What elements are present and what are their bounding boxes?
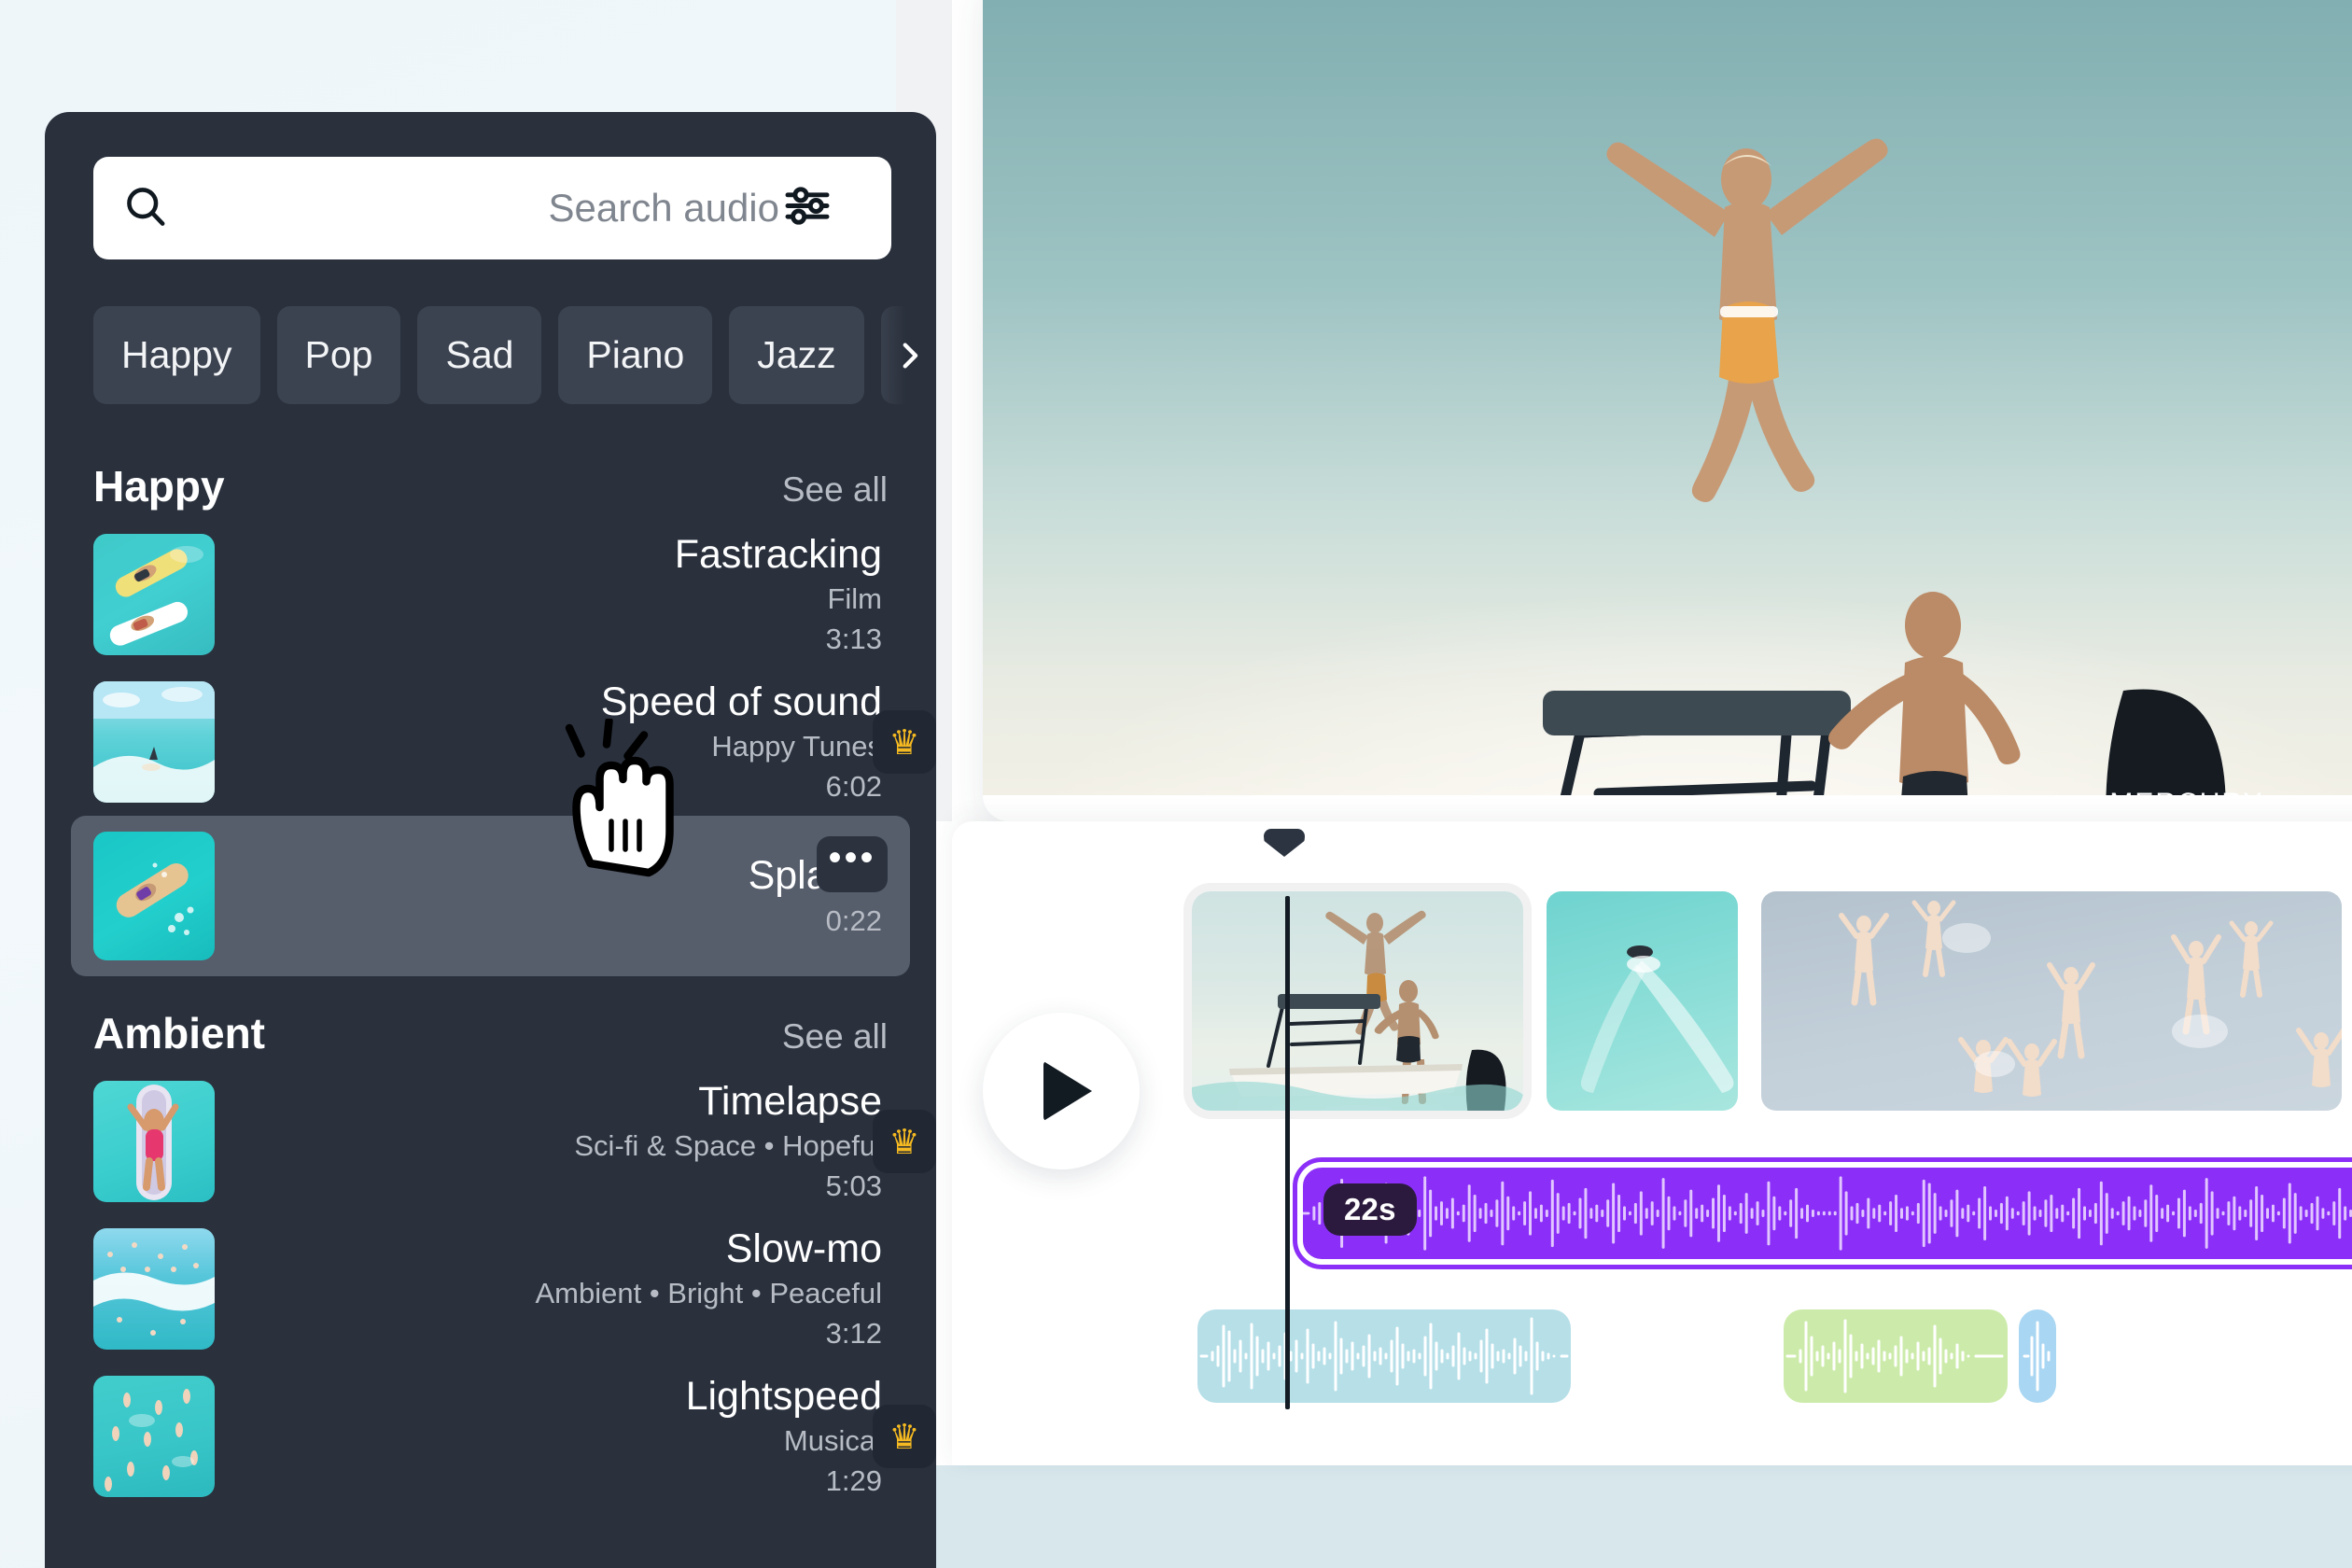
track-name: Timelapse [698, 1078, 882, 1124]
thumbnail-art [116, 862, 194, 935]
track-duration: 5:03 [825, 1169, 882, 1203]
track-row[interactable]: Lightspeed Musical 1:29 ♛ [45, 1363, 936, 1510]
audio-clip-selected[interactable] [1293, 1157, 2352, 1269]
track-duration: 3:13 [825, 623, 882, 656]
video-clip-item[interactable] [1761, 891, 2342, 1111]
track-name: Lightspeed [685, 1373, 882, 1419]
track-genre: Musical [783, 1424, 882, 1458]
section-title: Ambient [93, 1009, 265, 1057]
pointer-hand-cursor [551, 717, 691, 882]
sliders-filter-icon[interactable] [781, 180, 833, 237]
audio-duration-badge: 22s [1323, 1183, 1417, 1236]
audio-waveform [1199, 1317, 1569, 1395]
track-thumbnail [93, 832, 215, 960]
section-header-happy: Happy See all [45, 461, 936, 511]
track-duration: 6:02 [825, 770, 882, 804]
playhead-line[interactable] [1285, 896, 1290, 1409]
clip-thumb-illustration [1580, 945, 1734, 1093]
clip-thumb-illustration [1839, 900, 2342, 1097]
video-clip-track[interactable] [1192, 891, 2342, 1111]
track-genre: Happy Tunes [711, 730, 882, 763]
track-row[interactable]: Fastracking Film 3:13 [45, 521, 936, 668]
track-thumbnail [93, 1081, 215, 1202]
background-bottom-strip [933, 1465, 2352, 1568]
track-duration: 3:12 [825, 1317, 882, 1351]
track-row[interactable]: Timelapse Sci-fi & Space • Hopeful 5:03 … [45, 1068, 936, 1215]
track-thumbnail [93, 1376, 215, 1497]
track-thumbnail [93, 1228, 215, 1350]
track-thumbnail [93, 681, 215, 803]
play-triangle-icon [1043, 1061, 1092, 1121]
track-thumbnail [93, 534, 215, 655]
track-row[interactable]: Speed of sound Happy Tunes 6:02 ♛ [45, 668, 936, 816]
track-meta: Lightspeed Musical 1:29 [215, 1373, 888, 1498]
track-genre: Ambient • Bright • Peaceful [535, 1277, 882, 1310]
track-more-options-button[interactable]: ••• [817, 836, 888, 892]
section-title: Happy [93, 462, 225, 511]
thumbnail-art [93, 1242, 215, 1336]
track-meta: Fastracking Film 3:13 [215, 531, 888, 656]
see-all-link[interactable]: See all [782, 1017, 888, 1057]
preview-scene-illustration: MERCURY [1543, 138, 2352, 821]
track-row-selected[interactable]: Splash! 0:22 ••• [71, 816, 910, 976]
chip-piano[interactable]: Piano [558, 306, 713, 404]
track-name: Splash! [748, 853, 882, 899]
track-genre: Film [827, 582, 882, 616]
video-clip-item[interactable] [1547, 891, 1738, 1111]
thumbnail-art [109, 546, 203, 646]
category-chip-row[interactable]: Happy Pop Sad Piano Jazz Bi [93, 306, 936, 404]
chip-sad[interactable]: Sad [417, 306, 542, 404]
audio-track-clip[interactable] [1197, 1309, 1571, 1403]
audio-waveform [1785, 1319, 2004, 1393]
track-name: Slow-mo [725, 1225, 882, 1271]
play-button[interactable] [983, 1013, 1140, 1169]
audio-waveform [2023, 1321, 2051, 1392]
thumbnail-art [93, 681, 215, 803]
chip-jazz[interactable]: Jazz [729, 306, 864, 404]
svg-text:MERCURY: MERCURY [2109, 788, 2263, 795]
audio-track-clip[interactable] [2019, 1309, 2056, 1403]
search-icon [121, 182, 170, 235]
track-name: Speed of sound [600, 679, 882, 724]
track-name: Fastracking [674, 531, 882, 577]
chip-happy[interactable]: Happy [93, 306, 260, 404]
track-duration: 0:22 [825, 903, 882, 937]
track-meta: Timelapse Sci-fi & Space • Hopeful 5:03 [215, 1078, 888, 1203]
chip-pop[interactable]: Pop [276, 306, 401, 404]
thumbnail-art [127, 1085, 179, 1200]
see-all-link[interactable]: See all [782, 470, 888, 510]
audio-library-panel: Happy Pop Sad Piano Jazz Bi Happy See al… [45, 112, 936, 1568]
audio-waveform [1303, 1176, 2352, 1251]
video-clip-item[interactable] [1192, 891, 1523, 1111]
track-genre: Sci-fi & Space • Hopeful [574, 1129, 882, 1163]
crown-icon: ♛ [873, 1110, 936, 1173]
thumbnail-art [105, 1389, 198, 1491]
search-bar[interactable] [93, 157, 891, 259]
track-meta: Slow-mo Ambient • Bright • Peaceful 3:12 [215, 1225, 888, 1351]
clip-thumb-illustration [1192, 910, 1523, 1111]
chevron-right-icon[interactable] [876, 306, 936, 404]
audio-track-clip[interactable] [1784, 1309, 2008, 1403]
section-header-ambient: Ambient See all [45, 1008, 936, 1058]
app-root: MERCURY [0, 0, 2352, 1568]
crown-icon: ♛ [873, 1405, 936, 1468]
track-row[interactable]: Slow-mo Ambient • Bright • Peaceful 3:12 [45, 1215, 936, 1363]
crown-icon: ♛ [873, 710, 936, 774]
track-duration: 1:29 [825, 1464, 882, 1498]
video-preview-frame: MERCURY [983, 0, 2352, 821]
video-preview-card[interactable]: MERCURY [983, 0, 2352, 821]
